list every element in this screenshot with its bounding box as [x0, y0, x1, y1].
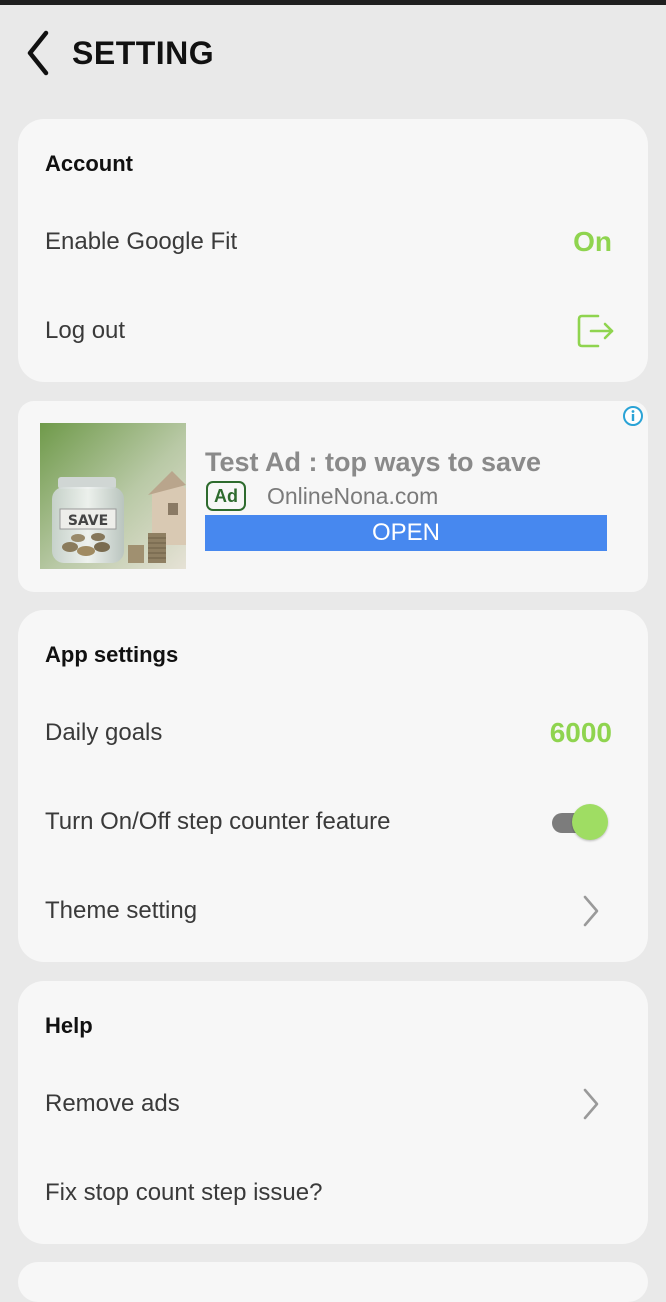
- ad-domain[interactable]: OnlineNona.com: [267, 483, 438, 510]
- theme-setting-row[interactable]: Theme setting: [18, 871, 648, 951]
- logout-label: Log out: [45, 317, 126, 344]
- ad-open-button[interactable]: OPEN: [205, 515, 607, 551]
- native-ad-card[interactable]: SAVE Test Ad : top ways to save Ad Onlin…: [18, 401, 648, 592]
- fix-step-issue-label: Fix stop count step issue?: [45, 1179, 323, 1206]
- ad-info-icon[interactable]: [622, 405, 644, 427]
- step-counter-label: Turn On/Off step counter feature: [45, 808, 391, 835]
- next-card-partial: [18, 1262, 648, 1302]
- step-counter-toggle[interactable]: [550, 804, 608, 840]
- logout-icon: [576, 312, 616, 350]
- daily-goals-value: 6000: [549, 717, 612, 748]
- theme-setting-label: Theme setting: [45, 897, 198, 924]
- enable-google-fit-label: Enable Google Fit: [45, 228, 238, 255]
- chevron-right-icon: [582, 1087, 600, 1121]
- page-title: SETTING: [72, 35, 215, 71]
- logout-row[interactable]: Log out: [18, 291, 648, 371]
- ad-badge: Ad: [206, 481, 246, 511]
- step-counter-row[interactable]: Turn On/Off step counter feature: [18, 782, 648, 862]
- toggle-thumb: [572, 804, 608, 840]
- fix-step-issue-row[interactable]: Fix stop count step issue?: [18, 1153, 648, 1233]
- google-fit-status-value: On: [573, 226, 612, 257]
- remove-ads-label: Remove ads: [45, 1090, 180, 1117]
- help-section-title: Help: [45, 1013, 93, 1038]
- chevron-right-icon: [582, 894, 600, 928]
- remove-ads-row[interactable]: Remove ads: [18, 1064, 648, 1144]
- ad-jar-label: SAVE: [68, 513, 108, 529]
- daily-goals-label: Daily goals: [45, 719, 163, 746]
- app-settings-card: App settings Daily goals 6000 Turn On/Of…: [18, 610, 648, 962]
- daily-goals-row[interactable]: Daily goals 6000: [18, 693, 648, 773]
- account-card: Account Enable Google Fit On Log out: [18, 119, 648, 382]
- back-button[interactable]: [16, 23, 60, 83]
- ad-image-savings-jar[interactable]: SAVE: [40, 423, 186, 569]
- app-header: SETTING: [0, 5, 666, 105]
- account-section-title: Account: [45, 151, 133, 176]
- help-card: Help Remove ads Fix stop count step issu…: [18, 981, 648, 1244]
- enable-google-fit-row[interactable]: Enable Google Fit On: [18, 202, 648, 282]
- app-settings-section-title: App settings: [45, 642, 179, 667]
- ad-headline[interactable]: Test Ad : top ways to save: [205, 447, 541, 478]
- chevron-left-icon: [27, 30, 49, 76]
